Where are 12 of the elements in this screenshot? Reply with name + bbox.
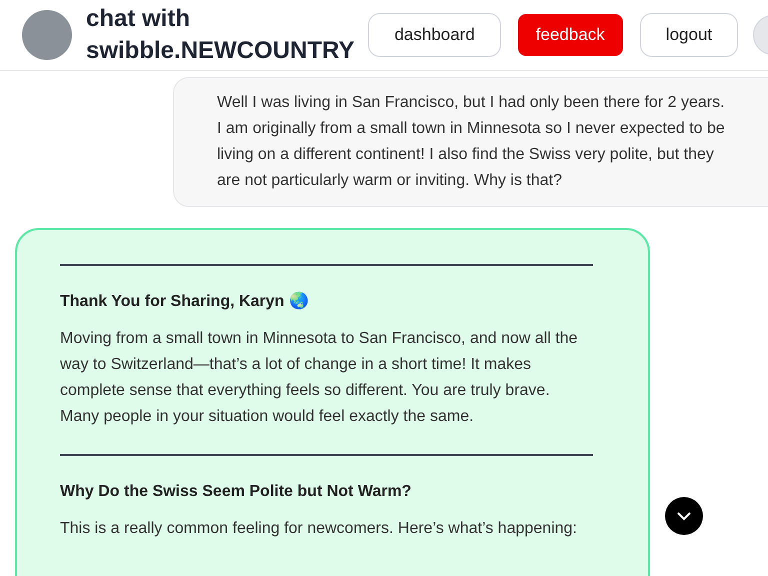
section-heading: Thank You for Sharing, Karyn 🌏 [60, 290, 310, 312]
message-text: Well I was living in San Francisco, but I had only been there for 2 years. I am originally from a small town in Minnesota so I never expected to be living on a different continent! I also find the Swiss very polite, but they are not particularly warm or inviting. Why is that? [217, 93, 726, 191]
avatar [22, 10, 72, 60]
nav-button[interactable]: logout [640, 13, 738, 57]
chevron-down-icon [676, 511, 692, 521]
nav-button[interactable]: feedback [518, 14, 623, 56]
scroll-down-button[interactable] [665, 497, 703, 535]
nav-button[interactable]: dashboard [368, 13, 501, 57]
message-paragraph: Moving from a small town in Minnesota to San Francisco, and now all the way to Switzerland—that’s a lot of change in a short time! It makes complete sense that everything feels so different. You are truly brave. Many people in your situation would feel exactly the same. [60, 329, 579, 427]
message-paragraph: This is a really common feeling for newcomers. Here’s what’s happening: [60, 519, 578, 539]
section-heading: Why Do the Swiss Seem Polite but Not Warm? [60, 482, 412, 502]
page-title: chat with swibble.NEWCOUNTRY [86, 4, 354, 66]
